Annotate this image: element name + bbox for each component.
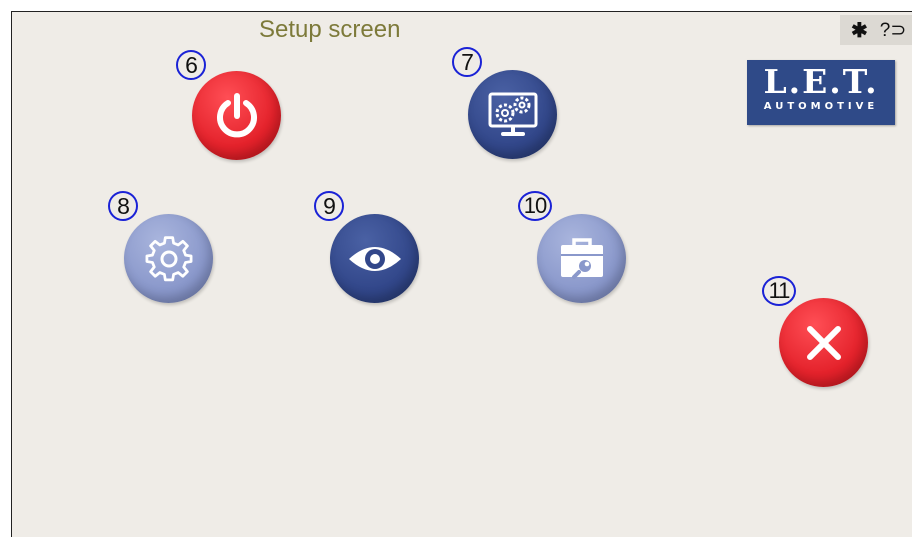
screen-border — [11, 11, 912, 12]
monitor-gears-icon — [488, 92, 537, 136]
system-settings-button[interactable] — [468, 70, 557, 159]
power-button[interactable] — [192, 71, 281, 160]
callout-marker: 9 — [314, 191, 344, 221]
callout-marker: 11 — [762, 276, 796, 306]
let-automotive-logo: L.E.T. AUTOMOTIVE — [747, 60, 895, 125]
callout-marker: 8 — [108, 191, 138, 221]
view-button[interactable] — [330, 214, 419, 303]
toolbox-icon — [560, 237, 603, 279]
screen-border — [11, 11, 12, 537]
logo-main-text: L.E.T. — [763, 62, 879, 101]
toolbox-button[interactable] — [537, 214, 626, 303]
eye-icon — [348, 246, 401, 271]
callout-marker: 10 — [518, 191, 552, 221]
callout-marker: 7 — [452, 47, 482, 77]
close-icon — [806, 325, 841, 360]
logo-sub-text: AUTOMOTIVE — [763, 101, 879, 112]
close-button[interactable] — [779, 298, 868, 387]
power-icon — [216, 92, 257, 137]
callout-marker: 6 — [176, 50, 206, 80]
page-title: Setup screen — [259, 16, 401, 43]
bluetooth-icon: ✱ — [851, 19, 868, 42]
status-area: ✱ ?⊃ — [840, 15, 912, 45]
status-text: ?⊃ — [879, 19, 907, 41]
gear-icon — [145, 235, 192, 281]
settings-button[interactable] — [124, 214, 213, 303]
